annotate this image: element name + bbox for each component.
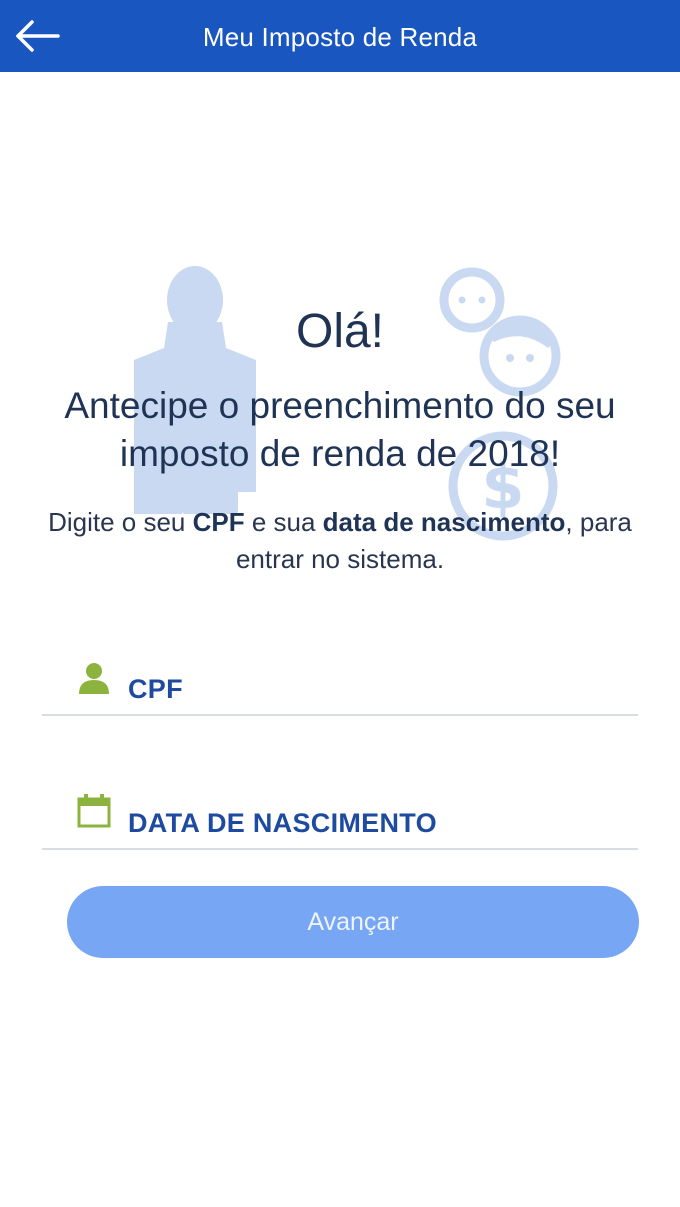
user-icon bbox=[79, 663, 109, 694]
advance-button[interactable]: Avançar bbox=[67, 886, 639, 958]
calendar-icon bbox=[77, 794, 111, 828]
app-header: Meu Imposto de Renda bbox=[0, 0, 680, 72]
greeting-heading: Olá! bbox=[295, 305, 385, 358]
cpf-field[interactable]: CPF bbox=[42, 654, 638, 716]
headline-text: Antecipe o preenchimento do seu imposto … bbox=[64, 385, 616, 474]
cpf-label: CPF bbox=[128, 674, 183, 704]
hero-section: $ Olá! Antecipe o preenchimento do seu i… bbox=[0, 72, 680, 632]
birth-date-label: DATA DE NASCIMENTO bbox=[128, 808, 437, 838]
page-title: Meu Imposto de Renda bbox=[202, 22, 478, 52]
birth-date-field[interactable]: DATA DE NASCIMENTO bbox=[42, 788, 638, 850]
instructions-text: Digite o seu CPF e sua data de nasciment… bbox=[48, 507, 632, 574]
